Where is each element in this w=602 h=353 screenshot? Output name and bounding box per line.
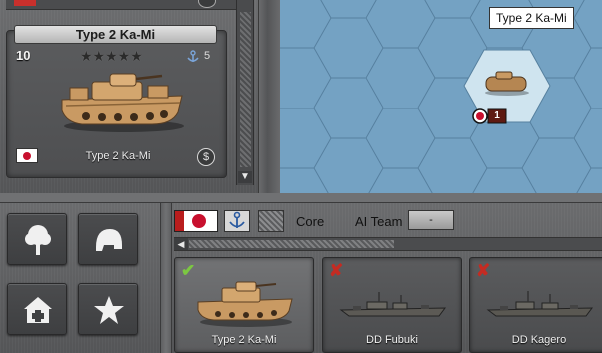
unit-slot-label: DD Kagero [511, 334, 567, 346]
unit-slot-label: Type 2 Ka-Mi [211, 334, 277, 346]
bottom-bar-edge [0, 193, 602, 203]
faction-color-stripe [175, 211, 184, 231]
unit-button[interactable] [78, 213, 138, 265]
map-tooltip: Type 2 Ka-Mi [489, 7, 574, 29]
map-unit-strength: 1 [494, 110, 500, 121]
favorite-button[interactable] [78, 283, 138, 335]
deploy-button[interactable] [7, 283, 67, 335]
navy-filter-button[interactable] [224, 210, 250, 232]
toolbar-divider [160, 203, 172, 353]
unit-card-label: Type 2 Ka-Mi [85, 150, 151, 162]
ai-team-label: AI Team [355, 214, 403, 229]
cross-icon: ✘ [476, 261, 491, 280]
unit-slot[interactable]: ✘ DD Kagero [469, 257, 602, 353]
scrollbar-thumb[interactable] [189, 240, 394, 248]
japan-flag-button[interactable] [174, 210, 218, 232]
terrain-button[interactable] [7, 213, 67, 265]
hex-map[interactable]: 1 Type 2 Ka-Mi [280, 0, 602, 193]
amphibious-tank-image [197, 281, 293, 327]
bottom-toolbar: Core AI Team - ◀ ✔ Type 2 Ka-Mi ✘ DD Fub… [0, 193, 602, 353]
panel-divider [258, 0, 280, 195]
house-plus-icon [24, 297, 52, 323]
ai-team-dropdown[interactable]: - [408, 210, 454, 230]
tree-icon [25, 225, 51, 255]
scroll-left-arrow[interactable]: ◀ [174, 238, 188, 250]
unit-card-title: Type 2 Ka-Mi [14, 25, 217, 44]
scrollbar-thumb[interactable] [240, 12, 251, 167]
unit-list-panel: Type 2 Ka-Mi 10 ★★★★★ 5 Type 2 Ka-Mi $ ▼ [0, 0, 280, 195]
dollar-icon[interactable]: $ [197, 148, 215, 166]
unit-slot[interactable]: ✘ DD Fubuki [322, 257, 462, 353]
unit-strength: 5 [204, 50, 211, 62]
destroyer-image [486, 291, 594, 317]
star-icon [94, 296, 124, 324]
helmet-icon [96, 229, 122, 251]
camo-pattern-button[interactable] [258, 210, 284, 232]
anchor-icon [229, 211, 245, 228]
unit-slot-label: DD Fubuki [366, 334, 418, 346]
core-label: Core [296, 214, 325, 229]
cross-icon: ✘ [329, 261, 344, 280]
previous-card-edge [6, 0, 254, 10]
unit-slot[interactable]: ✔ Type 2 Ka-Mi [174, 257, 314, 353]
unit-level: 10 [16, 48, 31, 63]
previous-card-flag [14, 0, 36, 6]
destroyer-image [339, 292, 447, 317]
unit-strip-scrollbar[interactable]: ◀ [174, 237, 602, 251]
japan-flag-icon [16, 148, 38, 163]
japan-sun-icon [192, 214, 206, 228]
anchor-icon [187, 50, 199, 62]
scroll-down-arrow[interactable]: ▼ [238, 171, 252, 183]
unit-experience-stars: ★★★★★ [80, 48, 143, 64]
amphibious-tank-image [61, 73, 184, 132]
unit-list-scrollbar[interactable]: ▼ [236, 0, 254, 185]
